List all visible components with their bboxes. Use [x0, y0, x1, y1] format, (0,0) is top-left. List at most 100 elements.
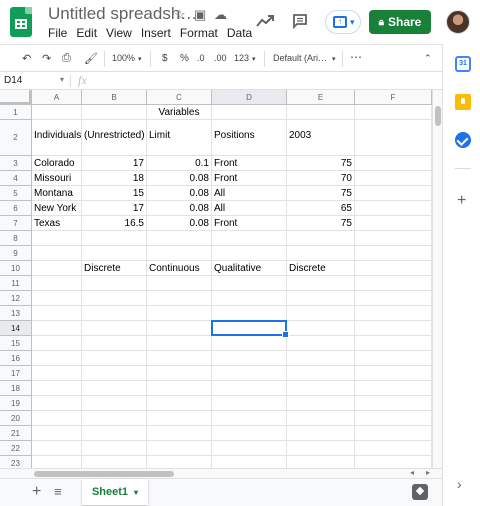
cell-d10[interactable]: Qualitative [212, 261, 287, 276]
cell-b11[interactable] [82, 276, 147, 291]
cell-b20[interactable] [82, 411, 147, 426]
row-header-20[interactable]: 20 [0, 411, 32, 426]
cell-e13[interactable] [287, 306, 355, 321]
cell-b6[interactable]: 17 [82, 201, 147, 216]
cell-d3[interactable]: Front [212, 156, 287, 171]
zoom-chevron-down-icon[interactable]: ▾ [138, 55, 142, 63]
cell-a15[interactable] [32, 336, 82, 351]
cell-a3[interactable]: Colorado [32, 156, 82, 171]
cell-c1[interactable]: Variables [147, 105, 212, 120]
cell-e21[interactable] [287, 426, 355, 441]
cell-f6[interactable] [355, 201, 432, 216]
row-header-7[interactable]: 7 [0, 216, 32, 231]
menu-format[interactable]: Format [180, 26, 218, 40]
cell-d20[interactable] [212, 411, 287, 426]
trending-icon[interactable] [256, 14, 274, 28]
currency-format-button[interactable]: $ [162, 53, 168, 64]
cell-c2[interactable]: Blood Alcohol Concentration Limit [147, 120, 212, 156]
present-button[interactable]: ↑ ▾ [325, 10, 361, 34]
cell-a14[interactable] [32, 321, 82, 336]
cell-d8[interactable] [212, 231, 287, 246]
menu-edit[interactable]: Edit [76, 26, 97, 40]
cell-a11[interactable] [32, 276, 82, 291]
column-header-d[interactable]: D [212, 90, 287, 105]
more-formats-button[interactable]: 123 [234, 53, 249, 63]
cell-c18[interactable] [147, 381, 212, 396]
cell-f1[interactable] [355, 105, 432, 120]
cell-c9[interactable] [147, 246, 212, 261]
row-header-13[interactable]: 13 [0, 306, 32, 321]
font-chevron-down-icon[interactable]: ▾ [332, 55, 336, 63]
scroll-right-icon[interactable]: ▸ [426, 468, 430, 477]
cell-d13[interactable] [212, 306, 287, 321]
cell-b22[interactable] [82, 441, 147, 456]
cell-d11[interactable] [212, 276, 287, 291]
move-folder-icon[interactable]: ▣ [194, 7, 206, 23]
vertical-scrollbar[interactable] [432, 90, 442, 472]
horizontal-scrollbar[interactable]: ◂ ▸ [0, 468, 442, 478]
column-header-e[interactable]: E [287, 90, 355, 105]
cell-e10[interactable]: Discrete [287, 261, 355, 276]
menu-view[interactable]: View [106, 26, 132, 40]
cell-a20[interactable] [32, 411, 82, 426]
cell-f13[interactable] [355, 306, 432, 321]
cell-e17[interactable] [287, 366, 355, 381]
percent-format-button[interactable]: % [180, 53, 189, 64]
cell-b1[interactable] [82, 105, 147, 120]
row-header-21[interactable]: 21 [0, 426, 32, 441]
cell-b19[interactable] [82, 396, 147, 411]
row-header-10[interactable]: 10 [0, 261, 32, 276]
scroll-left-icon[interactable]: ◂ [410, 468, 414, 477]
cell-f17[interactable] [355, 366, 432, 381]
cell-a17[interactable] [32, 366, 82, 381]
cell-a7[interactable]: Texas [32, 216, 82, 231]
cell-b2[interactable]: Minimum Age for Driver's License (Unrest… [82, 120, 147, 156]
cell-c15[interactable] [147, 336, 212, 351]
cell-f14[interactable] [355, 321, 432, 336]
cell-d9[interactable] [212, 246, 287, 261]
cell-c11[interactable] [147, 276, 212, 291]
name-box[interactable]: D14 [4, 75, 22, 86]
cell-d6[interactable]: All [212, 201, 287, 216]
cell-c12[interactable] [147, 291, 212, 306]
star-icon[interactable]: ☆ [174, 7, 186, 23]
cell-d4[interactable]: Front [212, 171, 287, 186]
cell-d17[interactable] [212, 366, 287, 381]
row-header-1[interactable]: 1 [0, 105, 32, 120]
cell-f15[interactable] [355, 336, 432, 351]
cell-a8[interactable] [32, 231, 82, 246]
column-header-c[interactable]: C [147, 90, 212, 105]
cell-e6[interactable]: 65 [287, 201, 355, 216]
cell-e3[interactable]: 75 [287, 156, 355, 171]
collapse-menus-icon[interactable]: ⌃ [424, 53, 432, 64]
column-header-a[interactable]: A [32, 90, 82, 105]
cell-b9[interactable] [82, 246, 147, 261]
keep-icon[interactable] [455, 94, 471, 110]
cell-e18[interactable] [287, 381, 355, 396]
cell-d19[interactable] [212, 396, 287, 411]
cell-b4[interactable]: 18 [82, 171, 147, 186]
cell-b16[interactable] [82, 351, 147, 366]
cell-c8[interactable] [147, 231, 212, 246]
cell-c20[interactable] [147, 411, 212, 426]
menu-insert[interactable]: Insert [141, 26, 171, 40]
cloud-status-icon[interactable]: ☁ [214, 7, 227, 23]
formats-chevron-down-icon[interactable]: ▾ [252, 55, 256, 63]
row-header-2[interactable]: 2 [0, 120, 32, 156]
comment-icon[interactable] [292, 13, 308, 29]
cell-d5[interactable]: All [212, 186, 287, 201]
cell-a10[interactable] [32, 261, 82, 276]
cell-c13[interactable] [147, 306, 212, 321]
cell-e7[interactable]: 75 [287, 216, 355, 231]
row-header-8[interactable]: 8 [0, 231, 32, 246]
cell-d7[interactable]: Front [212, 216, 287, 231]
row-header-18[interactable]: 18 [0, 381, 32, 396]
menu-data[interactable]: Data [227, 26, 252, 40]
cell-f22[interactable] [355, 441, 432, 456]
more-options-icon[interactable]: ⋯ [350, 50, 362, 64]
cell-f8[interactable] [355, 231, 432, 246]
share-button[interactable]: 🔒︎ Share [369, 10, 431, 34]
cell-c14[interactable] [147, 321, 212, 336]
row-header-15[interactable]: 15 [0, 336, 32, 351]
cell-e2[interactable]: Maximum Allowable Speed Limit, 2003 [287, 120, 355, 156]
